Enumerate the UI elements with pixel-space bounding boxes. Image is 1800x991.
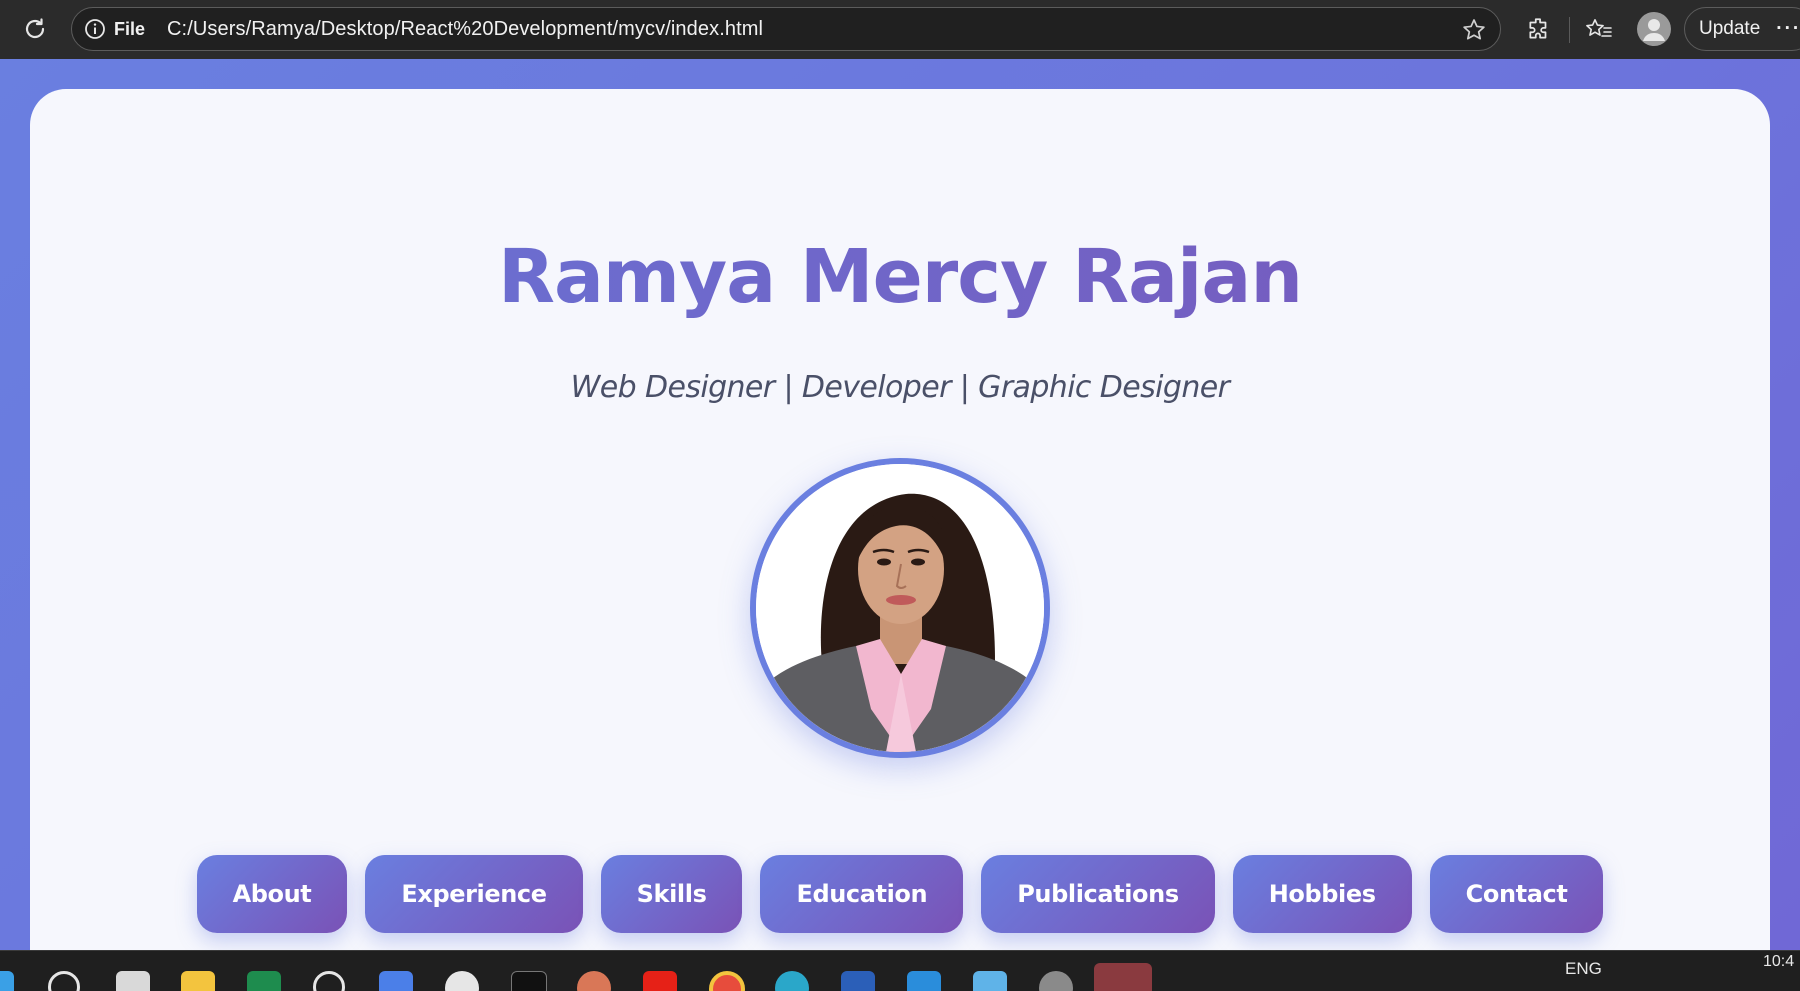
- nav-education-button[interactable]: Education: [760, 855, 964, 933]
- page-background: Ramya Mercy Rajan Web Designer | Develop…: [0, 59, 1800, 989]
- start-icon[interactable]: [0, 971, 14, 991]
- address-bar[interactable]: File C:/Users/Ramya/Desktop/React%20Deve…: [71, 7, 1501, 51]
- nav-contact-button[interactable]: Contact: [1429, 855, 1604, 933]
- nav-hobbies-button[interactable]: Hobbies: [1232, 855, 1412, 933]
- profile-avatar-icon[interactable]: [1635, 10, 1673, 48]
- clock[interactable]: 10:4: [1763, 953, 1794, 971]
- language-indicator[interactable]: ENG: [1565, 959, 1602, 979]
- excel-icon[interactable]: [247, 971, 281, 991]
- section-nav: About Experience Skills Education Public…: [30, 855, 1770, 933]
- word-icon[interactable]: [841, 971, 875, 991]
- extensions-icon[interactable]: [1522, 12, 1556, 46]
- info-icon[interactable]: [84, 18, 106, 40]
- claude-icon[interactable]: [577, 971, 611, 991]
- browser-toolbar: File C:/Users/Ramya/Desktop/React%20Deve…: [0, 0, 1800, 59]
- youtube-icon[interactable]: [643, 971, 677, 991]
- profile-photo: [750, 458, 1050, 758]
- task-view-icon[interactable]: [116, 971, 150, 991]
- update-label: Update: [1699, 18, 1761, 39]
- windows-taskbar: ENG 10:4: [0, 950, 1800, 991]
- profile-name: Ramya Mercy Rajan: [30, 234, 1770, 320]
- settings-icon[interactable]: [1039, 971, 1073, 991]
- nav-experience-button[interactable]: Experience: [365, 855, 583, 933]
- favorites-icon[interactable]: [1582, 12, 1616, 46]
- search-icon[interactable]: [48, 971, 80, 991]
- edge-icon[interactable]: [775, 971, 809, 991]
- nav-publications-button[interactable]: Publications: [981, 855, 1215, 933]
- nav-about-button[interactable]: About: [196, 855, 348, 933]
- app-icon[interactable]: [445, 971, 479, 991]
- site-info-label[interactable]: File: [114, 19, 145, 40]
- profile-tagline: Web Designer | Developer | Graphic Desig…: [570, 370, 1230, 405]
- chrome-icon[interactable]: [709, 971, 745, 991]
- app-active-icon[interactable]: [1094, 963, 1152, 991]
- file-explorer-icon[interactable]: [181, 971, 215, 991]
- url-text[interactable]: C:/Users/Ramya/Desktop/React%20Developme…: [167, 18, 763, 41]
- more-options-icon[interactable]: ···: [1776, 18, 1800, 40]
- vscode-icon[interactable]: [907, 971, 941, 991]
- chatgpt-icon[interactable]: [313, 971, 345, 991]
- copilot-icon[interactable]: [379, 971, 413, 991]
- favorite-star-icon[interactable]: [1460, 16, 1488, 44]
- notepad-icon[interactable]: [973, 971, 1007, 991]
- reload-icon[interactable]: [18, 12, 52, 46]
- terminal-icon[interactable]: [511, 971, 547, 991]
- profile-card: Ramya Mercy Rajan Web Designer | Develop…: [30, 89, 1770, 989]
- toolbar-divider: [1569, 17, 1570, 43]
- update-button[interactable]: Update ···: [1684, 7, 1800, 51]
- nav-skills-button[interactable]: Skills: [600, 855, 743, 933]
